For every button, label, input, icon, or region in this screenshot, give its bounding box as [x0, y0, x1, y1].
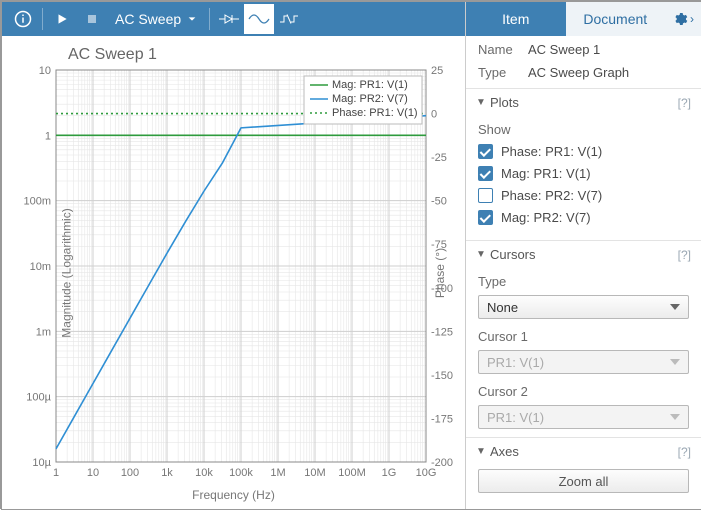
tab-document[interactable]: Document	[566, 2, 666, 36]
plots-section-header[interactable]: ▼ Plots [?]	[466, 89, 701, 116]
diode-icon-button[interactable]	[214, 4, 244, 34]
svg-text:100M: 100M	[338, 467, 366, 479]
checkbox-label: Mag: PR2: V(7)	[501, 210, 591, 225]
svg-text:1G: 1G	[382, 467, 397, 479]
checkbox-label: Phase: PR1: V(1)	[501, 144, 602, 159]
chart-plot[interactable]: 1101001k10k100k1M10M100M1G10G10µ100µ1m10…	[8, 66, 460, 486]
show-checkbox-1[interactable]: Mag: PR1: V(1)	[478, 166, 689, 181]
checkbox-icon	[478, 166, 493, 181]
svg-text:10m: 10m	[30, 261, 51, 273]
checkbox-label: Mag: PR1: V(1)	[501, 166, 591, 181]
play-button[interactable]	[47, 4, 77, 34]
chevron-down-icon: ▼	[476, 97, 488, 108]
show-checkbox-2[interactable]: Phase: PR2: V(7)	[478, 188, 689, 203]
zoom-all-button[interactable]: Zoom all	[478, 469, 689, 493]
svg-text:-25: -25	[431, 152, 447, 164]
svg-text:-150: -150	[431, 370, 453, 382]
chevron-down-icon: ▼	[476, 249, 488, 260]
svg-text:-200: -200	[431, 457, 453, 469]
cursor-type-label: Type	[478, 274, 689, 289]
show-checkbox-0[interactable]: Phase: PR1: V(1)	[478, 144, 689, 159]
svg-text:10: 10	[39, 66, 51, 77]
svg-text:-125: -125	[431, 326, 453, 338]
name-key: Name	[478, 42, 528, 57]
gear-icon	[672, 11, 688, 27]
panel-settings-button[interactable]: ›	[665, 2, 701, 36]
axes-section-header[interactable]: ▼ Axes [?]	[466, 438, 701, 465]
side-panel-body: NameAC Sweep 1 TypeAC Sweep Graph ▼ Plot…	[466, 36, 701, 509]
toolbar: AC Sweep	[2, 2, 465, 36]
svg-text:Phase: PR1: V(1): Phase: PR1: V(1)	[332, 107, 418, 119]
x-axis-label: Frequency (Hz)	[8, 488, 459, 502]
type-value: AC Sweep Graph	[528, 65, 629, 80]
pulse-icon-button[interactable]	[274, 4, 304, 34]
cursor2-label: Cursor 2	[478, 384, 689, 399]
tab-item[interactable]: Item	[466, 2, 566, 36]
svg-text:100k: 100k	[229, 467, 253, 479]
svg-text:Mag: PR1: V(1): Mag: PR1: V(1)	[332, 79, 408, 91]
svg-text:1M: 1M	[270, 467, 285, 479]
y-axis-right-label: Phase (°)	[433, 247, 447, 297]
cursor-type-select[interactable]: None	[478, 295, 689, 319]
chevron-down-icon: ▼	[476, 446, 488, 457]
svg-text:1: 1	[45, 130, 51, 142]
svg-text:10M: 10M	[304, 467, 325, 479]
simulation-mode-selector[interactable]: AC Sweep	[107, 11, 205, 27]
show-checkbox-3[interactable]: Mag: PR2: V(7)	[478, 210, 689, 225]
cursors-section-header[interactable]: ▼ Cursors [?]	[466, 241, 701, 268]
side-panel-tabs: Item Document ›	[466, 2, 701, 36]
name-value: AC Sweep 1	[528, 42, 600, 57]
svg-text:1k: 1k	[161, 467, 173, 479]
svg-text:100µ: 100µ	[26, 392, 51, 404]
cursors-help[interactable]: [?]	[678, 248, 691, 262]
plots-help[interactable]: [?]	[678, 96, 691, 110]
checkbox-icon	[478, 188, 493, 203]
checkbox-icon	[478, 144, 493, 159]
info-button[interactable]	[8, 4, 38, 34]
cursor1-label: Cursor 1	[478, 329, 689, 344]
svg-text:-50: -50	[431, 196, 447, 208]
chevron-right-icon: ›	[690, 12, 694, 26]
stop-button[interactable]	[77, 4, 107, 34]
show-label: Show	[478, 122, 689, 137]
svg-text:100: 100	[121, 467, 139, 479]
svg-text:10k: 10k	[195, 467, 213, 479]
checkbox-label: Phase: PR2: V(7)	[501, 188, 602, 203]
sine-icon-button[interactable]	[244, 4, 274, 34]
svg-text:1m: 1m	[36, 326, 51, 338]
cursor2-select[interactable]: PR1: V(1)	[478, 405, 689, 429]
svg-text:1: 1	[53, 467, 59, 479]
simulation-mode-label: AC Sweep	[115, 11, 181, 27]
svg-text:0: 0	[431, 109, 437, 121]
svg-text:10µ: 10µ	[32, 457, 51, 469]
axes-help[interactable]: [?]	[678, 445, 691, 459]
chart-area: AC Sweep 1 Magnitude (Logarithmic) Phase…	[2, 36, 465, 509]
chart-title: AC Sweep 1	[68, 40, 459, 66]
svg-text:25: 25	[431, 66, 443, 77]
checkbox-icon	[478, 210, 493, 225]
type-key: Type	[478, 65, 528, 80]
svg-text:100m: 100m	[23, 196, 51, 208]
svg-text:10: 10	[87, 467, 99, 479]
y-axis-left-label: Magnitude (Logarithmic)	[60, 208, 74, 337]
svg-text:-175: -175	[431, 413, 453, 425]
cursor1-select[interactable]: PR1: V(1)	[478, 350, 689, 374]
svg-text:Mag: PR2: V(7): Mag: PR2: V(7)	[332, 93, 408, 105]
